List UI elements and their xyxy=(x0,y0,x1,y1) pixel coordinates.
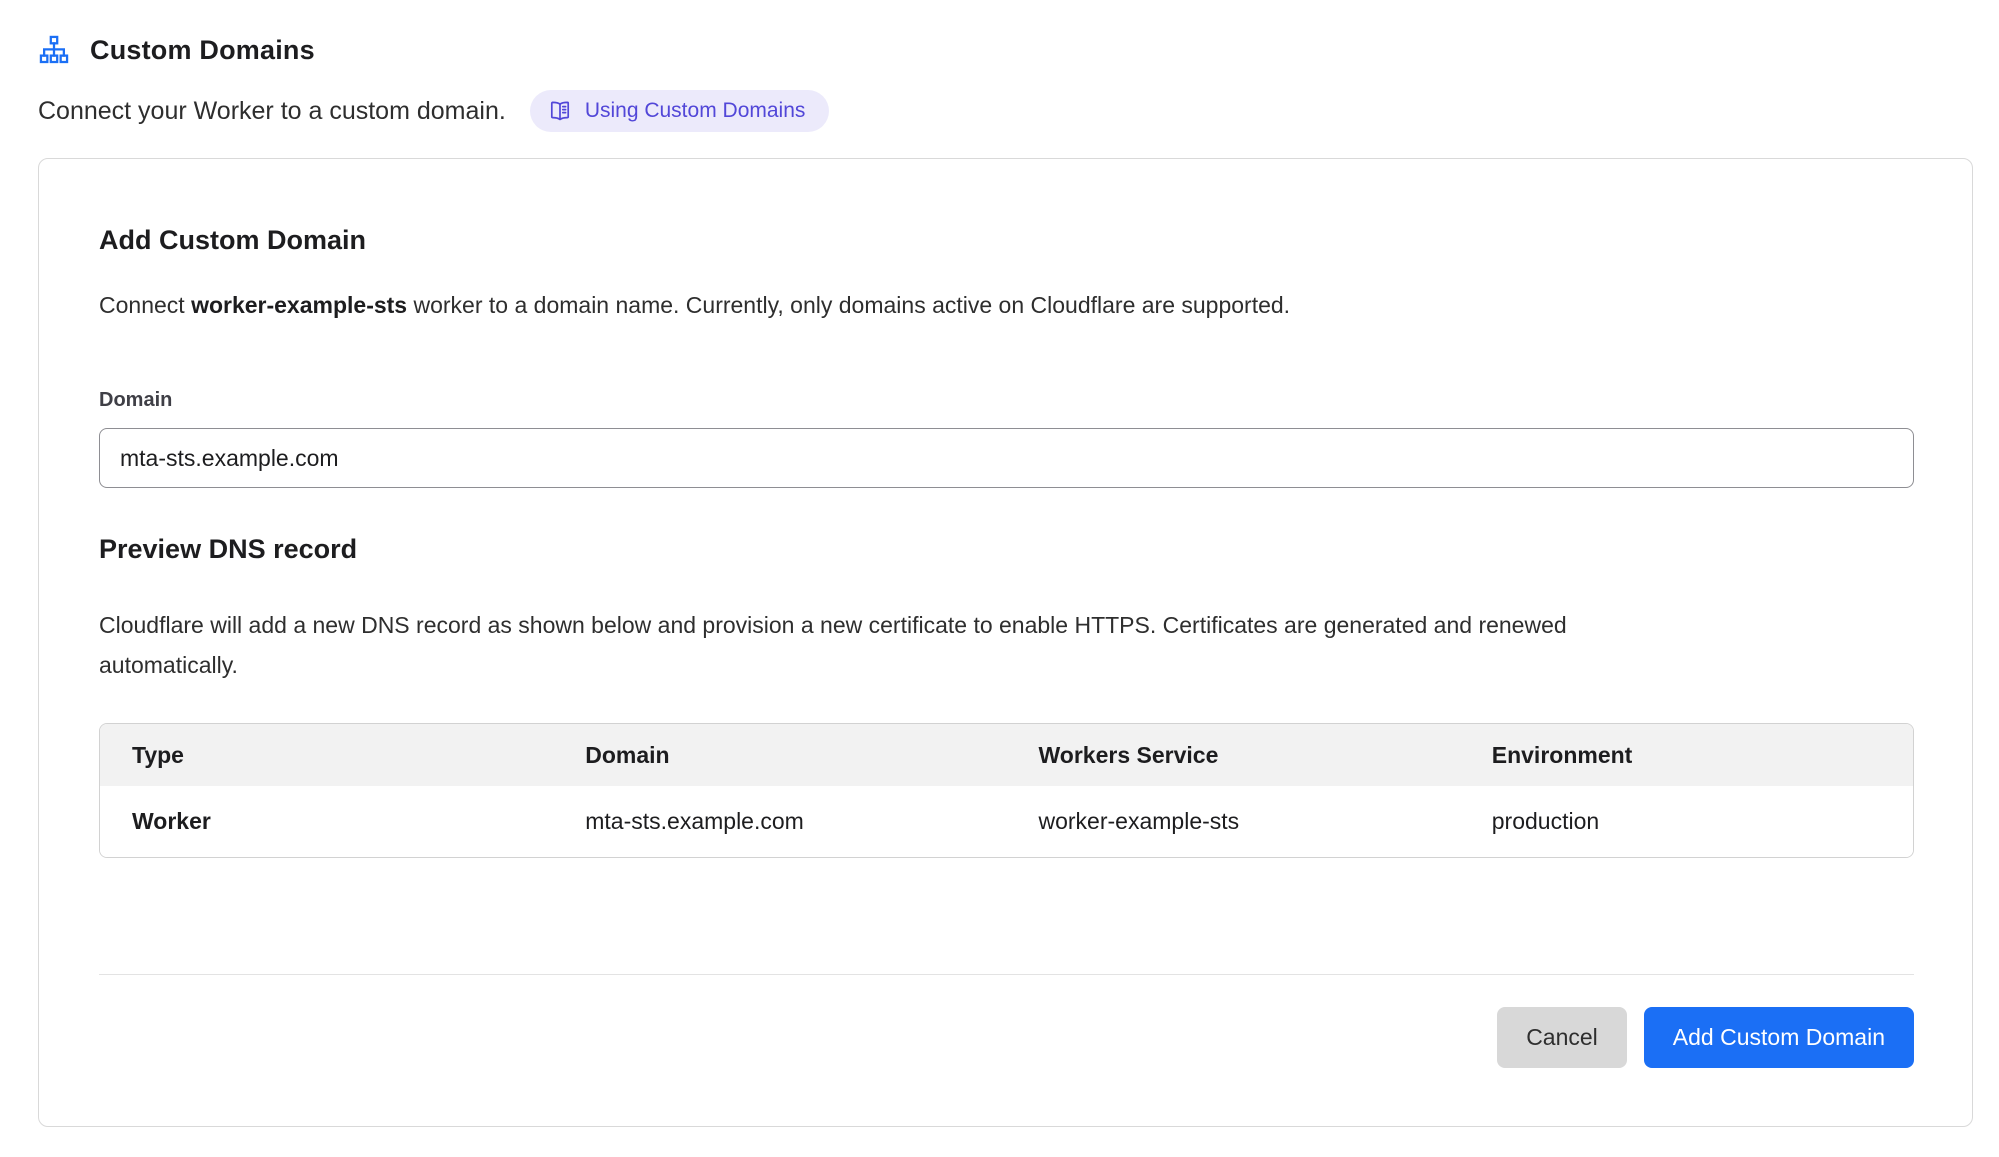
dns-preview-table: Type Domain Workers Service Environment … xyxy=(99,723,1914,858)
page-title: Custom Domains xyxy=(90,35,315,66)
intro-suffix: worker to a domain name. Currently, only… xyxy=(407,292,1290,318)
cell-domain: mta-sts.example.com xyxy=(553,786,1006,857)
custom-domains-page: Custom Domains Connect your Worker to a … xyxy=(0,0,1999,1157)
open-book-icon xyxy=(548,99,572,123)
column-header-domain: Domain xyxy=(553,724,1006,786)
column-header-type: Type xyxy=(100,724,553,786)
footer-divider xyxy=(99,974,1914,975)
preview-dns-heading: Preview DNS record xyxy=(99,534,1914,565)
worker-name: worker-example-sts xyxy=(191,292,407,318)
domain-field-label: Domain xyxy=(99,389,1914,412)
intro-prefix: Connect xyxy=(99,292,191,318)
column-header-environment: Environment xyxy=(1460,724,1913,786)
page-subtitle-row: Connect your Worker to a custom domain. … xyxy=(38,90,1973,132)
add-custom-domain-card: Add Custom Domain Connect worker-example… xyxy=(38,158,1973,1127)
cell-workers-service: worker-example-sts xyxy=(1007,786,1460,857)
column-header-workers-service: Workers Service xyxy=(1007,724,1460,786)
add-custom-domain-button[interactable]: Add Custom Domain xyxy=(1644,1007,1914,1068)
card-heading: Add Custom Domain xyxy=(99,225,1914,256)
card-intro-text: Connect worker-example-sts worker to a d… xyxy=(99,292,1914,319)
using-custom-domains-label: Using Custom Domains xyxy=(585,99,806,123)
page-subtitle: Connect your Worker to a custom domain. xyxy=(38,97,506,126)
table-header-row: Type Domain Workers Service Environment xyxy=(100,724,1913,786)
cancel-button[interactable]: Cancel xyxy=(1497,1007,1627,1068)
using-custom-domains-link[interactable]: Using Custom Domains xyxy=(530,90,830,132)
cell-environment: production xyxy=(1460,786,1913,857)
hierarchy-icon xyxy=(38,34,70,66)
cell-type: Worker xyxy=(100,786,553,857)
table-row: Worker mta-sts.example.com worker-exampl… xyxy=(100,786,1913,857)
footer-actions: Cancel Add Custom Domain xyxy=(99,1007,1914,1068)
page-header: Custom Domains xyxy=(38,34,1973,66)
domain-input[interactable] xyxy=(99,428,1914,488)
preview-dns-description: Cloudflare will add a new DNS record as … xyxy=(99,605,1579,685)
